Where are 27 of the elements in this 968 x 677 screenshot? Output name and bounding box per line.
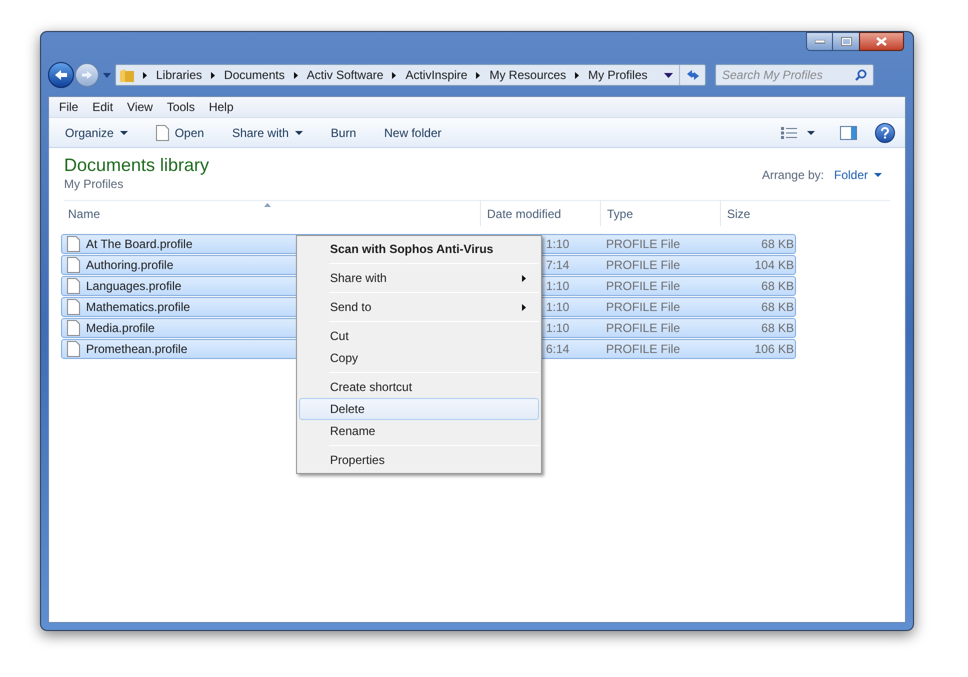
file-type: PROFILE File: [606, 300, 680, 314]
file-name: Languages.profile: [86, 278, 182, 295]
date-modified: 1:10: [546, 237, 570, 251]
library-subtitle: My Profiles: [64, 176, 124, 192]
file-type: PROFILE File: [606, 258, 680, 272]
file-name: Mathematics.profile: [86, 299, 190, 316]
arrange-by-label: Arrange by:: [762, 167, 824, 184]
date-modified: 1:10: [546, 321, 570, 335]
date-modified: 6:14: [546, 342, 570, 356]
date-modified: 7:14: [546, 258, 570, 272]
file-name: Promethean.profile: [86, 341, 188, 358]
file-size: 68 KB: [761, 236, 794, 253]
date-modified: 1:10: [546, 279, 570, 293]
file-size: 106 KB: [754, 341, 794, 358]
file-type: PROFILE File: [606, 237, 680, 251]
file-size: 104 KB: [754, 257, 794, 274]
file-size: 68 KB: [761, 320, 794, 337]
file-name: Media.profile: [86, 320, 155, 337]
file-type: PROFILE File: [606, 279, 680, 293]
file-size: 68 KB: [761, 299, 794, 316]
library-title: Documents library: [64, 154, 210, 176]
file-name: Authoring.profile: [86, 257, 174, 274]
file-size: 68 KB: [761, 278, 794, 295]
file-type: PROFILE File: [606, 342, 680, 356]
date-modified: 1:10: [546, 300, 570, 314]
file-type: PROFILE File: [606, 321, 680, 335]
file-name: At The Board.profile: [86, 236, 193, 253]
